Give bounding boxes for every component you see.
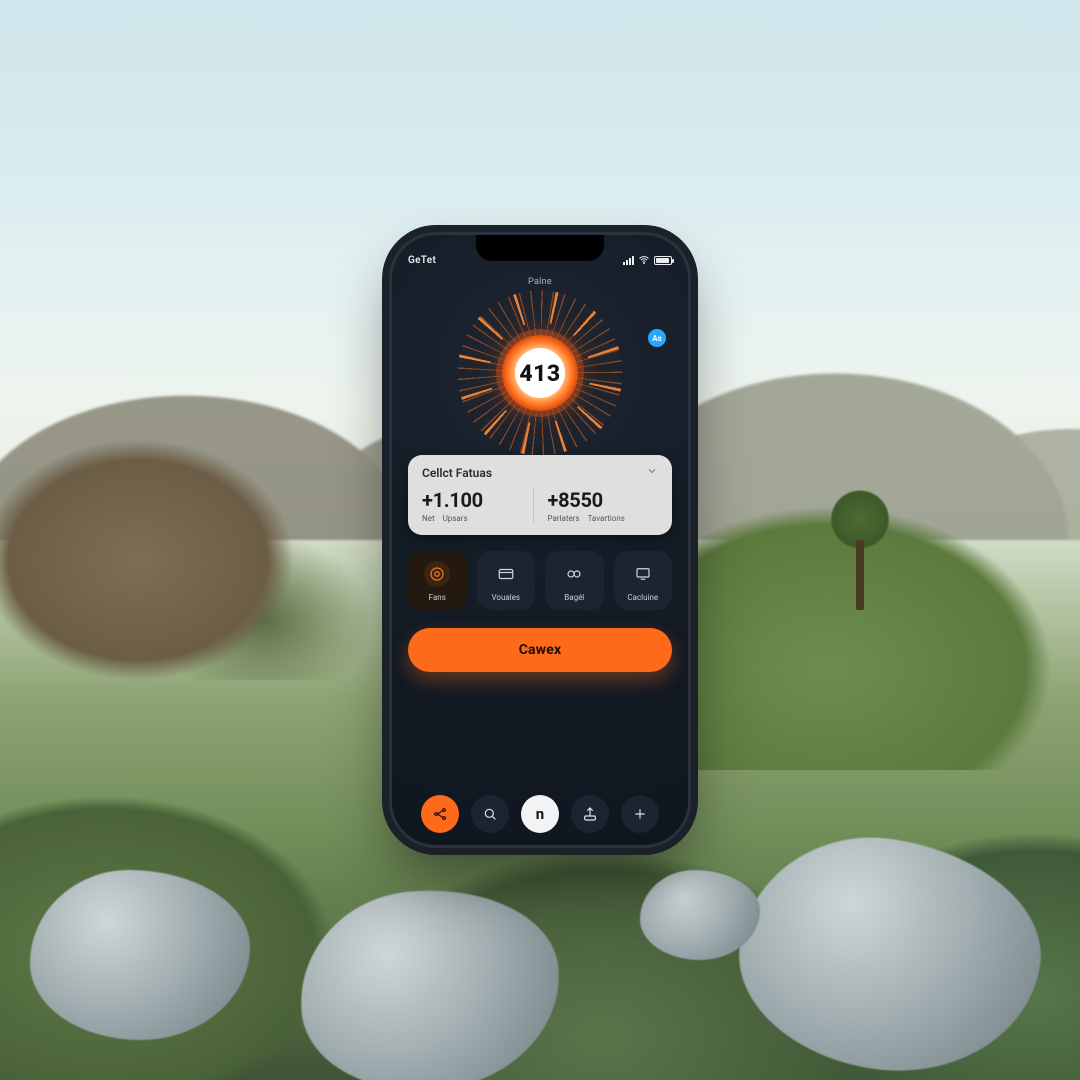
chevron-down-icon[interactable]: [646, 465, 658, 480]
home-nav[interactable]: n: [521, 795, 559, 833]
dial-badge[interactable]: As: [648, 329, 666, 347]
tile-label: Bagél: [564, 593, 584, 602]
score-value: 413: [502, 335, 578, 411]
export-icon: [582, 806, 598, 822]
metric-label: Net: [422, 514, 435, 523]
add-nav[interactable]: [621, 795, 659, 833]
bagel-tile[interactable]: Bagél: [545, 551, 604, 610]
metric-label: Parlaters: [548, 514, 580, 523]
phone-frame: GeTet Palne 413 As Cellct Fatu: [392, 235, 688, 845]
wifi-icon: [638, 254, 650, 266]
plus-icon: [632, 806, 648, 822]
card-icon: [493, 561, 519, 587]
metric-label: Tavartions: [588, 514, 625, 523]
metric-value: +8550: [548, 488, 659, 512]
fans-tile[interactable]: Fans: [408, 551, 467, 610]
header-subtitle: Palne: [408, 277, 672, 287]
vouales-tile[interactable]: Vouales: [477, 551, 536, 610]
action-tiles: Fans Vouales Bagél: [408, 551, 672, 610]
export-nav[interactable]: [571, 795, 609, 833]
search-icon: [482, 806, 498, 822]
tree: [810, 470, 910, 600]
metric-left: +1.100 Net Upsars: [422, 488, 533, 523]
home-glyph: n: [536, 805, 544, 823]
stats-card-title: Cellct Fatuas: [422, 466, 492, 480]
metric-right: +8550 Parlaters Tavartions: [533, 488, 659, 523]
device-icon: [630, 561, 656, 587]
primary-cta-button[interactable]: Cawex: [408, 628, 672, 672]
bottom-nav: n: [408, 781, 672, 833]
tile-label: Vouales: [491, 593, 520, 602]
battery-icon: [654, 256, 672, 265]
search-nav[interactable]: [471, 795, 509, 833]
link-icon: [561, 561, 587, 587]
share-icon: [432, 806, 448, 822]
status-right: [623, 254, 672, 266]
score-dial[interactable]: 413 As: [408, 291, 672, 455]
metric-value: +1.100: [422, 488, 533, 512]
tile-label: Fans: [429, 593, 446, 602]
cellular-icon: [623, 256, 634, 265]
phone-notch: [476, 235, 604, 261]
rock-left: [0, 380, 390, 680]
app-screen: GeTet Palne 413 As Cellct Fatu: [392, 235, 688, 845]
share-nav[interactable]: [421, 795, 459, 833]
stats-card[interactable]: Cellct Fatuas +1.100 Net Upsars +855: [408, 455, 672, 535]
status-left-label: GeTet: [408, 255, 436, 266]
cacluine-tile[interactable]: Cacluine: [614, 551, 673, 610]
metric-label: Upsars: [443, 514, 468, 523]
target-icon: [424, 561, 450, 587]
tile-label: Cacluine: [627, 593, 658, 602]
landscape-background: GeTet Palne 413 As Cellct Fatu: [0, 0, 1080, 1080]
